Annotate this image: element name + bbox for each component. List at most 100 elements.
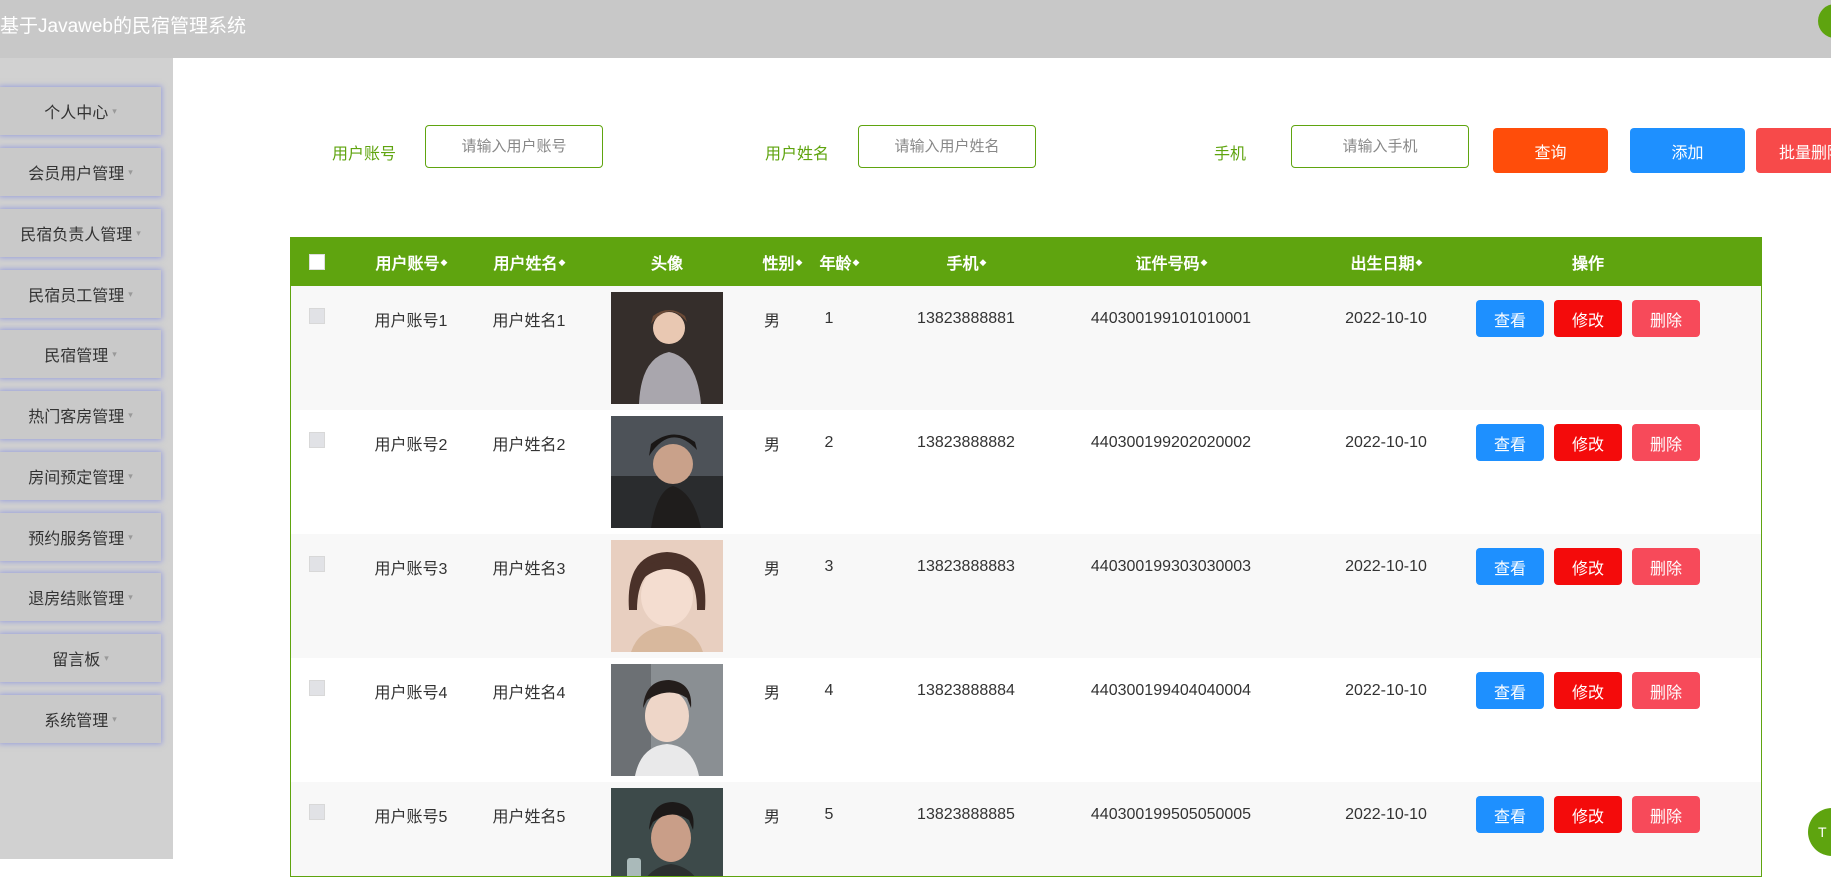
sidebar-item-label: 热门客房管理	[28, 409, 125, 426]
sidebar-item-checkout[interactable]: 退房结账管理 ▾	[0, 573, 161, 621]
view-button[interactable]: 查看	[1476, 300, 1544, 337]
cell-account: 用户账号4	[374, 685, 448, 702]
select-all-checkbox[interactable]	[309, 254, 325, 270]
cell-birth-date: 2022-10-10	[1345, 558, 1427, 575]
sidebar-item-label: 民宿员工管理	[28, 288, 125, 305]
cell-phone: 13823888885	[917, 806, 1015, 823]
name-search-input[interactable]	[858, 125, 1036, 168]
sidebar-item-popular-rooms[interactable]: 热门客房管理 ▾	[0, 391, 161, 439]
row-checkbox[interactable]	[309, 308, 325, 324]
cell-age: 2	[824, 434, 834, 451]
chevron-down-icon: ▾	[112, 713, 117, 724]
edit-button[interactable]: 修改	[1554, 548, 1622, 585]
row-checkbox[interactable]	[309, 804, 325, 820]
sort-icon: ◆	[979, 256, 987, 267]
cell-id-number: 440300199101010001	[1090, 310, 1252, 327]
user-avatar-photo	[611, 292, 723, 404]
cell-phone: 13823888883	[917, 558, 1015, 575]
row-checkbox[interactable]	[309, 556, 325, 572]
view-button[interactable]: 查看	[1476, 796, 1544, 833]
cell-gender: 男	[763, 313, 780, 330]
delete-button[interactable]: 删除	[1632, 548, 1700, 585]
sidebar-item-label: 房间预定管理	[28, 470, 125, 487]
sidebar-item-message-board[interactable]: 留言板 ▾	[0, 634, 161, 682]
sidebar-item-system[interactable]: 系统管理 ▾	[0, 695, 161, 743]
sidebar-item-label: 民宿管理	[44, 348, 109, 365]
cell-gender: 男	[763, 685, 780, 702]
sort-icon: ◆	[558, 256, 566, 267]
column-header-id-number[interactable]: 证件号码 ◆	[1051, 238, 1291, 286]
cell-birth-date: 2022-10-10	[1345, 806, 1427, 823]
sidebar-item-label: 留言板	[52, 652, 101, 669]
column-header-birth-date[interactable]: 出生日期 ◆	[1311, 238, 1461, 286]
edit-button[interactable]: 修改	[1554, 672, 1622, 709]
sidebar-item-member-users[interactable]: 会员用户管理 ▾	[0, 148, 161, 196]
delete-button[interactable]: 删除	[1632, 796, 1700, 833]
table-row: 用户账号1 用户姓名1 男 1 13823888881 440300199101…	[291, 286, 1761, 410]
cell-name: 用户姓名4	[492, 685, 566, 702]
sidebar-item-label: 会员用户管理	[28, 166, 125, 183]
edit-button[interactable]: 修改	[1554, 300, 1622, 337]
sidebar-item-room-booking[interactable]: 房间预定管理 ▾	[0, 452, 161, 500]
cell-account: 用户账号5	[374, 809, 448, 826]
view-button[interactable]: 查看	[1476, 548, 1544, 585]
delete-button[interactable]: 删除	[1632, 424, 1700, 461]
column-header-actions: 操作	[1571, 256, 1604, 273]
cell-gender: 男	[763, 561, 780, 578]
user-avatar-photo	[611, 788, 723, 876]
account-label: 用户账号	[332, 146, 397, 163]
user-avatar-photo	[611, 416, 723, 528]
column-header-name[interactable]: 用户姓名 ◆	[479, 238, 579, 286]
cell-account: 用户账号2	[374, 437, 448, 454]
view-button[interactable]: 查看	[1476, 424, 1544, 461]
cell-name: 用户姓名5	[492, 809, 566, 826]
column-header-avatar: 头像	[650, 256, 683, 273]
table-row: 用户账号3 用户姓名3 男 3 13823888883 440300199303…	[291, 534, 1761, 658]
edit-button[interactable]: 修改	[1554, 796, 1622, 833]
sidebar-item-personal-center[interactable]: 个人中心 ▾	[0, 87, 161, 135]
row-checkbox[interactable]	[309, 680, 325, 696]
phone-search-input[interactable]	[1291, 125, 1469, 168]
cell-age: 1	[824, 310, 834, 327]
cell-age: 3	[824, 558, 834, 575]
user-avatar-photo	[611, 540, 723, 652]
column-header-phone[interactable]: 手机 ◆	[891, 238, 1041, 286]
sort-icon: ◆	[852, 256, 860, 267]
cell-phone: 13823888882	[917, 434, 1015, 451]
cell-age: 4	[824, 682, 834, 699]
cell-id-number: 440300199404040004	[1090, 682, 1252, 699]
edit-button[interactable]: 修改	[1554, 424, 1622, 461]
sort-icon: ◆	[795, 256, 803, 267]
batch-delete-button[interactable]: 批量删除	[1756, 128, 1831, 173]
user-avatar[interactable]	[1818, 4, 1831, 38]
column-header-gender[interactable]: 性别 ◆	[752, 238, 812, 286]
cell-gender: 男	[763, 437, 780, 454]
sidebar-item-service-booking[interactable]: 预约服务管理 ▾	[0, 513, 161, 561]
chevron-down-icon: ▾	[112, 105, 117, 116]
phone-label: 手机	[1214, 146, 1247, 163]
chevron-down-icon: ▾	[128, 531, 133, 542]
view-button[interactable]: 查看	[1476, 672, 1544, 709]
sidebar-item-homestay-managers[interactable]: 民宿负责人管理 ▾	[0, 209, 161, 257]
delete-button[interactable]: 删除	[1632, 300, 1700, 337]
cell-age: 5	[824, 806, 834, 823]
sidebar-item-homestays[interactable]: 民宿管理 ▾	[0, 330, 161, 378]
column-header-age[interactable]: 年龄 ◆	[809, 238, 869, 286]
sidebar-item-label: 系统管理	[44, 713, 109, 730]
delete-button[interactable]: 删除	[1632, 672, 1700, 709]
sidebar-item-label: 个人中心	[44, 105, 109, 122]
column-header-account[interactable]: 用户账号 ◆	[361, 238, 461, 286]
back-to-top-button[interactable]: T	[1808, 808, 1831, 856]
query-button[interactable]: 查询	[1493, 128, 1608, 173]
cell-gender: 男	[763, 809, 780, 826]
add-button[interactable]: 添加	[1630, 128, 1745, 173]
cell-name: 用户姓名2	[492, 437, 566, 454]
chevron-down-icon: ▾	[128, 288, 133, 299]
row-checkbox[interactable]	[309, 432, 325, 448]
top-bar: 基于Javaweb的民宿管理系统	[0, 0, 1831, 58]
sidebar-item-label: 民宿负责人管理	[20, 227, 133, 244]
sidebar-item-homestay-staff[interactable]: 民宿员工管理 ▾	[0, 270, 161, 318]
account-search-input[interactable]	[425, 125, 603, 168]
cell-birth-date: 2022-10-10	[1345, 310, 1427, 327]
chevron-down-icon: ▾	[104, 652, 109, 663]
